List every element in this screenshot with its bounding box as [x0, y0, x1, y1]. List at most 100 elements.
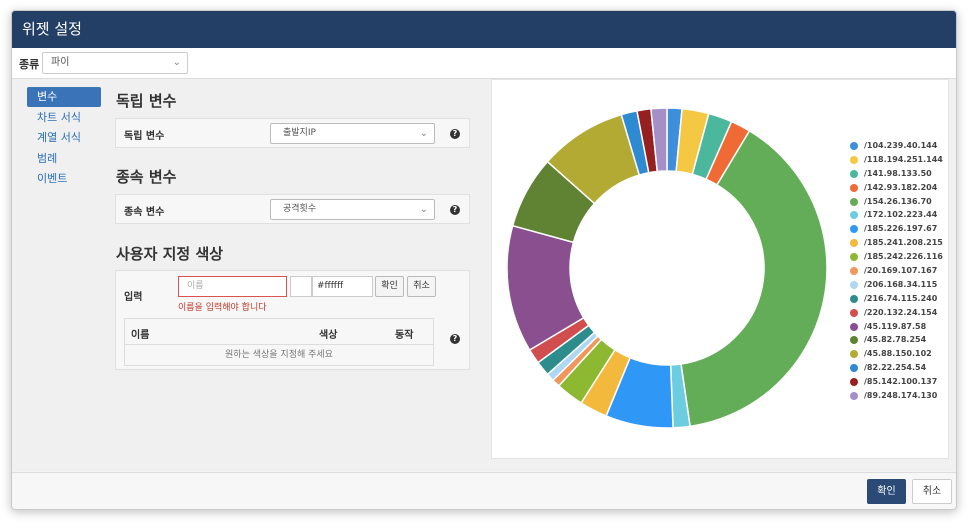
legend-marker	[850, 350, 858, 359]
legend-item[interactable]: /82.22.254.54	[850, 361, 943, 375]
legend-label: /45.82.78.254	[864, 335, 927, 345]
color-table-header: 이름 색상 동작	[125, 319, 433, 345]
dependent-select-value: 공격횟수	[283, 204, 317, 214]
legend-marker	[850, 308, 858, 317]
legend-label: /141.98.133.50	[864, 168, 932, 178]
color-swatch[interactable]	[290, 276, 312, 297]
chart-preview: /104.239.40.144/118.194.251.144/141.98.1…	[491, 79, 949, 459]
legend-label: /154.26.136.70	[864, 196, 932, 206]
legend-item[interactable]: /185.241.208.215	[850, 236, 943, 250]
legend-marker	[850, 336, 858, 345]
legend-marker	[850, 364, 858, 373]
legend-label: /45.88.150.102	[864, 349, 932, 359]
legend-marker	[850, 294, 858, 303]
legend-item[interactable]: /206.168.34.115	[850, 278, 943, 292]
legend-item[interactable]: /185.226.197.67	[850, 222, 943, 236]
legend-label: /185.242.226.116	[864, 252, 943, 262]
column-header-name: 이름	[131, 330, 150, 341]
legend-marker	[850, 239, 858, 248]
legend-item[interactable]: /185.242.226.116	[850, 250, 943, 264]
legend-label: /45.119.87.58	[864, 321, 927, 331]
legend-marker	[850, 322, 858, 331]
empty-table-message: 원하는 색상을 지정해 주세요	[125, 345, 433, 365]
name-error-text: 이름을 입력해야 합니다	[178, 303, 267, 313]
column-header-action: 동작	[395, 330, 414, 341]
pie-chart	[506, 107, 828, 429]
legend-item[interactable]: /85.142.100.137	[850, 375, 943, 389]
legend-marker	[850, 378, 858, 387]
legend-marker	[850, 142, 858, 150]
legend-item[interactable]: /118.194.251.144	[850, 153, 943, 167]
chart-legend: /104.239.40.144/118.194.251.144/141.98.1…	[850, 139, 943, 403]
cancel-button[interactable]: 취소	[912, 479, 952, 504]
legend-label: /172.102.223.44	[864, 210, 938, 220]
cancel-color-button[interactable]: 취소	[407, 276, 436, 297]
help-icon[interactable]: ?	[450, 334, 460, 344]
legend-label: /220.132.24.154	[864, 307, 938, 317]
ok-button[interactable]: 확인	[867, 479, 906, 504]
dependent-section-title: 종속 변수	[116, 168, 177, 186]
legend-item[interactable]: /141.98.133.50	[850, 167, 943, 181]
legend-marker	[850, 169, 858, 178]
sidebar-item-chart-format[interactable]: 차트 서식	[27, 108, 101, 128]
legend-label: /82.22.254.54	[864, 363, 927, 373]
dependent-row: 종속 변수 공격횟수 ⌄ ?	[115, 194, 470, 224]
type-bar: 종류 파이 ⌄	[12, 48, 956, 78]
legend-marker	[850, 211, 858, 220]
independent-section-title: 독립 변수	[116, 92, 177, 110]
type-select-value: 파이	[51, 57, 70, 68]
legend-label: /118.194.251.144	[864, 154, 943, 164]
legend-item[interactable]: /154.26.136.70	[850, 195, 943, 209]
legend-label: /206.168.34.115	[864, 279, 938, 289]
legend-item[interactable]: /104.239.40.144	[850, 139, 943, 153]
add-color-button[interactable]: 확인	[375, 276, 404, 297]
color-name-input[interactable]: 이름	[178, 276, 287, 297]
legend-marker	[850, 253, 858, 262]
chevron-down-icon: ⌄	[419, 128, 428, 139]
independent-row: 독립 변수 출발지IP ⌄ ?	[115, 118, 470, 148]
legend-item[interactable]: /45.119.87.58	[850, 320, 943, 334]
legend-label: /89.248.174.130	[864, 391, 938, 401]
legend-marker	[850, 197, 858, 206]
custom-color-section-title: 사용자 지정 색상	[116, 245, 224, 263]
sidebar-item-legend[interactable]: 범례	[27, 149, 101, 169]
legend-label: /20.169.107.167	[864, 266, 938, 276]
legend-item[interactable]: /142.93.182.204	[850, 181, 943, 195]
chevron-down-icon: ⌄	[172, 57, 181, 68]
dialog-title: 위젯 설정	[12, 11, 956, 48]
hex-color-input[interactable]: #ffffff	[312, 276, 373, 297]
legend-item[interactable]: /45.82.78.254	[850, 333, 943, 347]
legend-item[interactable]: /20.169.107.167	[850, 264, 943, 278]
dialog-footer: 확인 취소	[12, 472, 956, 509]
help-icon[interactable]: ?	[450, 205, 460, 215]
type-label: 종류	[19, 58, 40, 71]
legend-label: /185.226.197.67	[864, 224, 938, 234]
chevron-down-icon: ⌄	[419, 204, 428, 215]
dependent-select[interactable]: 공격횟수 ⌄	[270, 199, 435, 220]
legend-marker	[850, 183, 858, 192]
legend-label: /185.241.208.215	[864, 238, 943, 248]
independent-select[interactable]: 출발지IP ⌄	[270, 123, 435, 144]
sidebar-item-series-format[interactable]: 계열 서식	[27, 128, 101, 148]
legend-marker	[850, 280, 858, 289]
settings-sidebar: 변수 차트 서식 계열 서식 범례 이벤트	[27, 87, 101, 190]
legend-item[interactable]: /172.102.223.44	[850, 208, 943, 222]
custom-color-box: 입력 이름 이름을 입력해야 합니다 #ffffff 확인 취소 이름 색상 동…	[115, 270, 470, 370]
type-select[interactable]: 파이 ⌄	[42, 52, 188, 74]
settings-content: 변수 차트 서식 계열 서식 범례 이벤트 독립 변수 독립 변수 출발지IP …	[12, 78, 956, 471]
legend-marker	[850, 225, 858, 234]
independent-select-value: 출발지IP	[283, 128, 316, 138]
color-input-label: 입력	[124, 292, 143, 303]
sidebar-item-variables[interactable]: 변수	[27, 87, 101, 107]
legend-label: /216.74.115.240	[864, 293, 938, 303]
legend-marker	[850, 392, 858, 401]
legend-item[interactable]: /45.88.150.102	[850, 347, 943, 361]
legend-item[interactable]: /89.248.174.130	[850, 389, 943, 403]
legend-item[interactable]: /220.132.24.154	[850, 306, 943, 320]
help-icon[interactable]: ?	[450, 129, 460, 139]
color-table: 이름 색상 동작 원하는 색상을 지정해 주세요	[124, 318, 434, 366]
legend-item[interactable]: /216.74.115.240	[850, 292, 943, 306]
sidebar-item-events[interactable]: 이벤트	[27, 169, 101, 189]
widget-settings-dialog: 위젯 설정 종류 파이 ⌄ 변수 차트 서식 계열 서식 범례 이벤트 독립 변…	[11, 10, 957, 510]
legend-label: /85.142.100.137	[864, 377, 938, 387]
